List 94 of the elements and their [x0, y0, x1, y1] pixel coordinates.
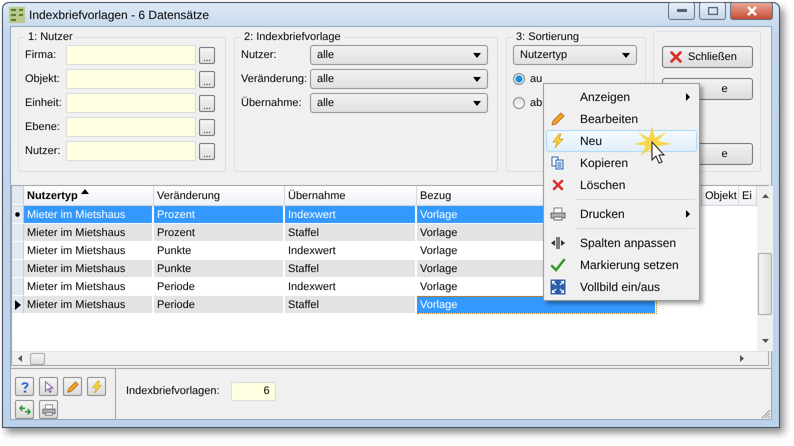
- close-icon: [746, 6, 758, 16]
- column-header[interactable]: Übernahme: [285, 186, 417, 205]
- window-title: Indexbriefvorlagen - 6 Datensätze: [29, 8, 210, 22]
- table-cell: Indexwert: [285, 206, 417, 224]
- field-label: Nutzer:: [241, 49, 278, 61]
- maximize-icon: [708, 6, 718, 14]
- check-icon: [550, 257, 566, 273]
- dropdown[interactable]: alle: [310, 45, 488, 65]
- resize-grip-icon[interactable]: [759, 407, 771, 419]
- field-label: Übernahme:: [241, 97, 303, 109]
- refresh-icon: [18, 402, 32, 416]
- minimize-button[interactable]: [668, 2, 695, 20]
- caret-icon: [473, 76, 481, 82]
- toolbar-button[interactable]: [15, 377, 34, 396]
- table-cell: Prozent: [154, 206, 285, 224]
- pencil-icon: [550, 111, 566, 127]
- row-indicator[interactable]: [12, 296, 24, 314]
- table-cell: Staffel: [285, 296, 417, 314]
- group-title: 1: Nutzer: [27, 31, 74, 43]
- scroll-thumb[interactable]: [758, 253, 772, 315]
- column-header[interactable]: Veränderung: [154, 186, 285, 205]
- table-cell: Mieter im Mietshaus: [24, 260, 154, 278]
- dropdown[interactable]: alle: [310, 93, 488, 113]
- table-cell: Staffel: [285, 224, 417, 242]
- field-label: Veränderung:: [241, 73, 308, 85]
- column-header[interactable]: Objekt: [702, 186, 739, 205]
- scroll-right-icon[interactable]: [740, 355, 744, 362]
- caret-icon: [473, 100, 481, 106]
- scroll-thumb[interactable]: [30, 352, 45, 364]
- scroll-left-icon[interactable]: [18, 355, 22, 362]
- input-field[interactable]: [66, 117, 196, 137]
- pencil-icon: [66, 380, 80, 394]
- table-cell: Periode: [154, 296, 285, 314]
- toolbar-button[interactable]: [15, 400, 34, 419]
- table-cell: Prozent: [154, 224, 285, 242]
- input-field[interactable]: [66, 141, 196, 161]
- app-logo-icon: [9, 6, 25, 22]
- column-header[interactable]: Nutzertyp: [24, 186, 154, 205]
- input-field[interactable]: [66, 69, 196, 89]
- browse-button[interactable]: ...: [199, 94, 215, 112]
- group-title: 3: Sortierung: [515, 31, 580, 43]
- table-cell: Punkte: [154, 260, 285, 278]
- toolbar-button[interactable]: [87, 377, 106, 396]
- field-label: Einheit:: [25, 97, 63, 109]
- toolbar-button[interactable]: [39, 400, 58, 419]
- field-label: Firma:: [25, 49, 58, 61]
- lightning-icon: [90, 380, 104, 394]
- browse-button[interactable]: ...: [199, 46, 215, 64]
- close-button[interactable]: [730, 2, 773, 20]
- group-title: 2: Indexbriefvorlage: [243, 31, 342, 43]
- caret-icon: [622, 52, 630, 58]
- radio-label: ab: [530, 97, 542, 109]
- resize-columns-icon: [550, 235, 566, 251]
- field-label: Objekt:: [25, 73, 61, 85]
- printer-icon: [42, 402, 56, 416]
- printer-icon: [550, 206, 566, 222]
- caret-icon: [473, 52, 481, 58]
- scroll-down-icon[interactable]: [762, 339, 768, 343]
- radio-button[interactable]: [513, 73, 525, 85]
- minimize-icon: [676, 8, 686, 12]
- lightning-icon: [550, 133, 566, 149]
- table-cell: Mieter im Mietshaus: [24, 224, 154, 242]
- close-icon: [669, 50, 683, 64]
- input-field[interactable]: [66, 93, 196, 113]
- maximize-button[interactable]: [699, 2, 726, 20]
- field-label: Nutzer:: [25, 145, 62, 157]
- menu-item[interactable]: Neu: [546, 130, 697, 152]
- fullscreen-icon: [550, 279, 566, 295]
- menu-item[interactable]: Bearbeiten: [546, 108, 697, 130]
- field-label: Ebene:: [25, 121, 61, 133]
- count-field: 6: [230, 382, 276, 400]
- browse-button[interactable]: ...: [199, 70, 215, 88]
- action-button[interactable]: Schließen: [662, 46, 753, 68]
- horizontal-scrollbar[interactable]: [12, 351, 768, 365]
- table-cell: Mieter im Mietshaus: [24, 296, 154, 314]
- row-indicator[interactable]: [12, 206, 24, 224]
- scroll-up-icon[interactable]: [762, 194, 768, 198]
- radio-label: au: [530, 73, 542, 85]
- browse-button[interactable]: ...: [199, 142, 215, 160]
- vertical-scrollbar[interactable]: [757, 186, 773, 351]
- delete-icon: [550, 177, 566, 193]
- table-cell: Mieter im Mietshaus: [24, 206, 154, 224]
- radio-button[interactable]: [513, 97, 525, 109]
- browse-button[interactable]: ...: [199, 118, 215, 136]
- dropdown[interactable]: Nutzertyp: [513, 45, 637, 65]
- copy-icon: [550, 155, 566, 171]
- grid-corner: [12, 186, 24, 205]
- table-cell: Staffel: [285, 260, 417, 278]
- input-field[interactable]: [66, 45, 196, 65]
- dropdown[interactable]: alle: [310, 69, 488, 89]
- cursor-drawing: [632, 124, 674, 166]
- toolbar-button[interactable]: [39, 377, 58, 396]
- count-label: Indexbriefvorlagen:: [126, 385, 220, 397]
- toolbar-button[interactable]: [63, 377, 82, 396]
